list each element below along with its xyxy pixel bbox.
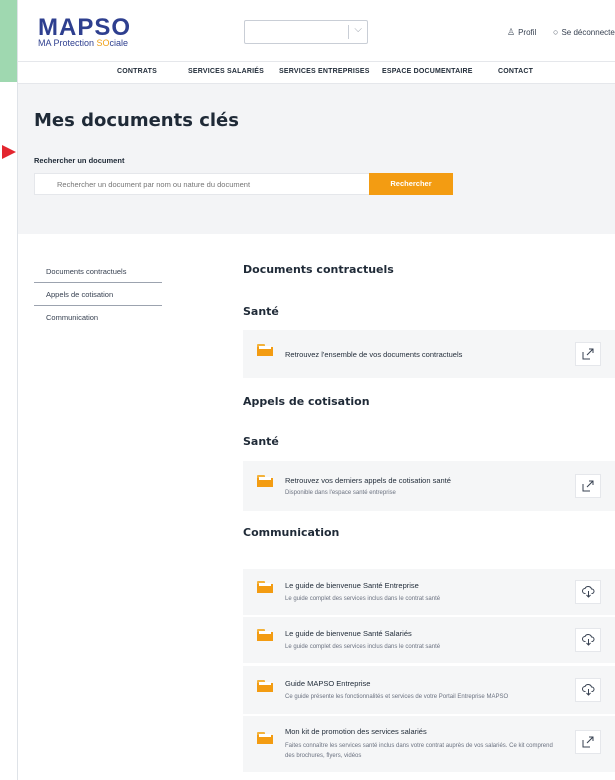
profile-link[interactable]: ♙ Profil (507, 27, 536, 38)
logo-tagline: MA Protection SOciale (38, 38, 129, 48)
logout-link[interactable]: ○ Se déconnecter (553, 27, 615, 37)
document-description: Faites connaître les services santé incl… (285, 743, 553, 759)
document-title: Retrouvez vos derniers appels de cotisat… (285, 476, 451, 485)
search-label: Rechercher un document (34, 156, 125, 165)
section-title-cotisation: Appels de cotisation (243, 395, 370, 408)
folder-icon (257, 344, 273, 356)
nav-item-contrats[interactable]: CONTRATS (117, 68, 157, 75)
page-window: MAPSO MA Protection SOciale ⌵ ♙ Profil ○ S… (18, 0, 615, 780)
external-link-icon[interactable] (575, 730, 601, 754)
site-header: MAPSO MA Protection SOciale ⌵ ♙ Profil ○ S… (18, 0, 615, 62)
search-hero: Mes documents clés Rechercher un documen… (18, 84, 615, 234)
document-description: Le guide complet des services inclus dan… (285, 644, 441, 650)
download-cloud-icon[interactable] (575, 678, 601, 702)
external-link-icon[interactable] (575, 474, 601, 498)
company-select[interactable]: ⌵ (244, 20, 368, 44)
section-title-contractuels: Documents contractuels (243, 263, 394, 276)
document-title: Le guide de bienvenue Santé Salariés (285, 629, 412, 638)
main-nav: CONTRATS SERVICES SALARIÉS SERVICES ENTR… (18, 62, 615, 84)
search-button[interactable]: Rechercher (369, 173, 453, 195)
subsection-title-sante: Santé (243, 305, 279, 318)
document-card[interactable]: Le guide de bienvenue Santé Entreprise L… (243, 569, 615, 615)
document-description: Ce guide présente les fonctionnalités et… (285, 694, 509, 700)
power-icon: ○ (553, 27, 559, 37)
section-title-communication: Communication (243, 526, 340, 539)
folder-icon (257, 475, 273, 487)
chevron-down-icon: ⌵ (354, 24, 362, 35)
sidebar-item-documents-contractuels[interactable]: Documents contractuels (34, 261, 162, 283)
document-description: Disponible dans l'espace santé entrepris… (285, 490, 396, 496)
backdrop-left (0, 82, 18, 780)
document-card[interactable]: Guide MAPSO Entreprise Ce guide présente… (243, 666, 615, 714)
document-card[interactable]: Le guide de bienvenue Santé Salariés Le … (243, 617, 615, 663)
folder-icon (257, 680, 273, 692)
sidebar-item-appels-cotisation[interactable]: Appels de cotisation (34, 284, 162, 306)
document-title: Mon kit de promotion des services salari… (285, 727, 427, 736)
external-link-icon[interactable] (575, 342, 601, 366)
document-card[interactable]: Mon kit de promotion des services salari… (243, 716, 615, 772)
nav-item-contact[interactable]: CONTACT (498, 68, 533, 75)
pointer-arrow-icon (2, 145, 16, 159)
search-input[interactable] (34, 173, 370, 195)
document-description: Le guide complet des services inclus dan… (285, 596, 441, 602)
document-title: Le guide de bienvenue Santé Entreprise (285, 581, 419, 590)
download-cloud-icon[interactable] (575, 580, 601, 604)
nav-item-espace-documentaire[interactable]: ESPACE DOCUMENTAIRE (382, 68, 473, 75)
select-separator (348, 25, 349, 39)
document-title: Guide MAPSO Entreprise (285, 679, 371, 688)
sidebar-item-communication[interactable]: Communication (34, 307, 162, 329)
document-card[interactable]: Retrouvez vos derniers appels de cotisat… (243, 461, 615, 511)
user-icon: ♙ (507, 27, 516, 37)
document-title: Retrouvez l'ensemble de vos documents co… (285, 350, 463, 359)
nav-item-services-entreprises[interactable]: SERVICES ENTREPRISES (279, 68, 370, 75)
document-card[interactable]: Retrouvez l'ensemble de vos documents co… (243, 330, 615, 378)
folder-icon (257, 581, 273, 593)
folder-icon (257, 629, 273, 641)
folder-icon (257, 732, 273, 744)
nav-item-services-salaries[interactable]: SERVICES SALARIÉS (188, 68, 264, 75)
subsection-title-sante: Santé (243, 435, 279, 448)
download-cloud-icon[interactable] (575, 628, 601, 652)
page-title: Mes documents clés (34, 110, 239, 131)
